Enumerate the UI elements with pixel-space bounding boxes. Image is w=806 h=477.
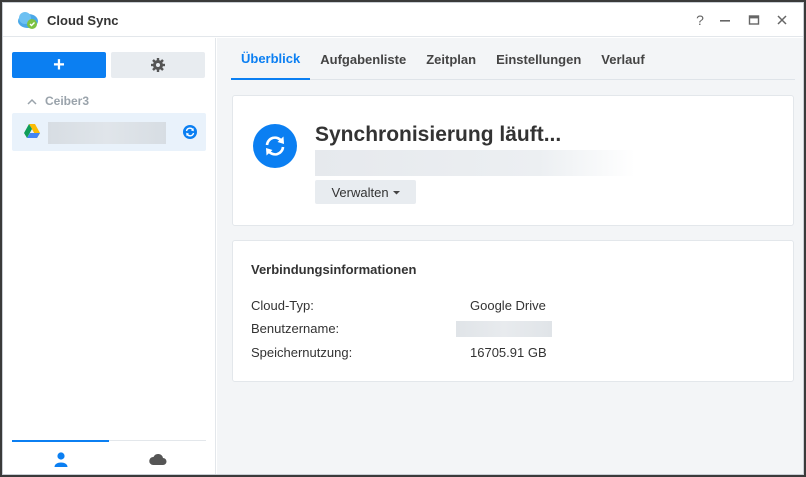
maximize-icon <box>748 15 760 25</box>
sync-task-item[interactable] <box>12 113 206 151</box>
cloud-icon <box>148 453 166 465</box>
sync-arrows-icon <box>265 136 285 156</box>
connection-info-card: Verbindungsinformationen Cloud-Typ: Goog… <box>232 240 794 382</box>
sync-status-icon <box>183 125 197 139</box>
sync-status-detail-redacted <box>315 150 635 176</box>
connection-info-title: Verbindungsinformationen <box>251 262 417 277</box>
sidebar: + Ceiber3 <box>3 38 216 474</box>
gear-icon <box>151 58 165 72</box>
tab-overview[interactable]: Überblick <box>231 38 311 80</box>
info-row-storage: Speichernutzung: 16705.91 GB <box>251 345 771 363</box>
account-group-name: Ceiber3 <box>45 94 90 108</box>
sync-status-card: Synchronisierung läuft... Verwalten <box>232 95 794 226</box>
storage-usage-label: Speichernutzung: <box>251 345 353 360</box>
minimize-icon <box>720 20 730 22</box>
cloud-type-label: Cloud-Typ: <box>251 298 314 313</box>
cloud-sync-app-icon <box>18 12 38 29</box>
tab-history[interactable]: Verlauf <box>591 38 654 80</box>
sync-running-icon <box>253 124 297 168</box>
window-title: Cloud Sync <box>47 13 119 28</box>
cloud-type-value: Google Drive <box>470 298 546 313</box>
title-bar: Cloud Sync ? <box>3 3 803 37</box>
tab-bar: Überblick Aufgabenliste Zeitplan Einstel… <box>231 38 795 80</box>
caret-down-icon <box>392 190 400 194</box>
tab-schedule[interactable]: Zeitplan <box>416 38 486 80</box>
help-button[interactable]: ? <box>691 11 709 29</box>
user-icon <box>54 452 67 467</box>
tab-settings[interactable]: Einstellungen <box>486 38 591 80</box>
sync-status-title: Synchronisierung läuft... <box>315 123 562 146</box>
username-value-redacted <box>456 321 552 337</box>
main-panel: Überblick Aufgabenliste Zeitplan Einstel… <box>217 38 803 474</box>
task-name-redacted <box>48 122 166 144</box>
maximize-button[interactable] <box>745 11 763 29</box>
minimize-button[interactable] <box>716 11 734 29</box>
tab-user[interactable] <box>12 440 109 474</box>
info-row-username: Benutzername: <box>251 321 771 339</box>
chevron-up-icon <box>27 98 37 105</box>
close-icon <box>777 15 787 25</box>
manage-button-label: Verwalten <box>331 184 389 200</box>
manage-dropdown-button[interactable]: Verwalten <box>315 180 416 204</box>
tab-cloud[interactable] <box>109 441 206 474</box>
info-row-cloud-type: Cloud-Typ: Google Drive <box>251 298 771 316</box>
sidebar-bottom-tabs <box>12 440 206 474</box>
add-task-button[interactable]: + <box>12 52 106 78</box>
username-label: Benutzername: <box>251 321 340 336</box>
account-group-header[interactable]: Ceiber3 <box>27 94 89 108</box>
tab-task-list[interactable]: Aufgabenliste <box>310 38 416 80</box>
google-drive-icon <box>24 124 40 138</box>
close-button[interactable] <box>773 11 791 29</box>
cloud-sync-window: Cloud Sync ? + Ceiber3 Überblick Aufgabe… <box>2 2 804 475</box>
settings-button[interactable] <box>111 52 205 78</box>
storage-usage-value: 16705.91 GB <box>470 345 547 360</box>
